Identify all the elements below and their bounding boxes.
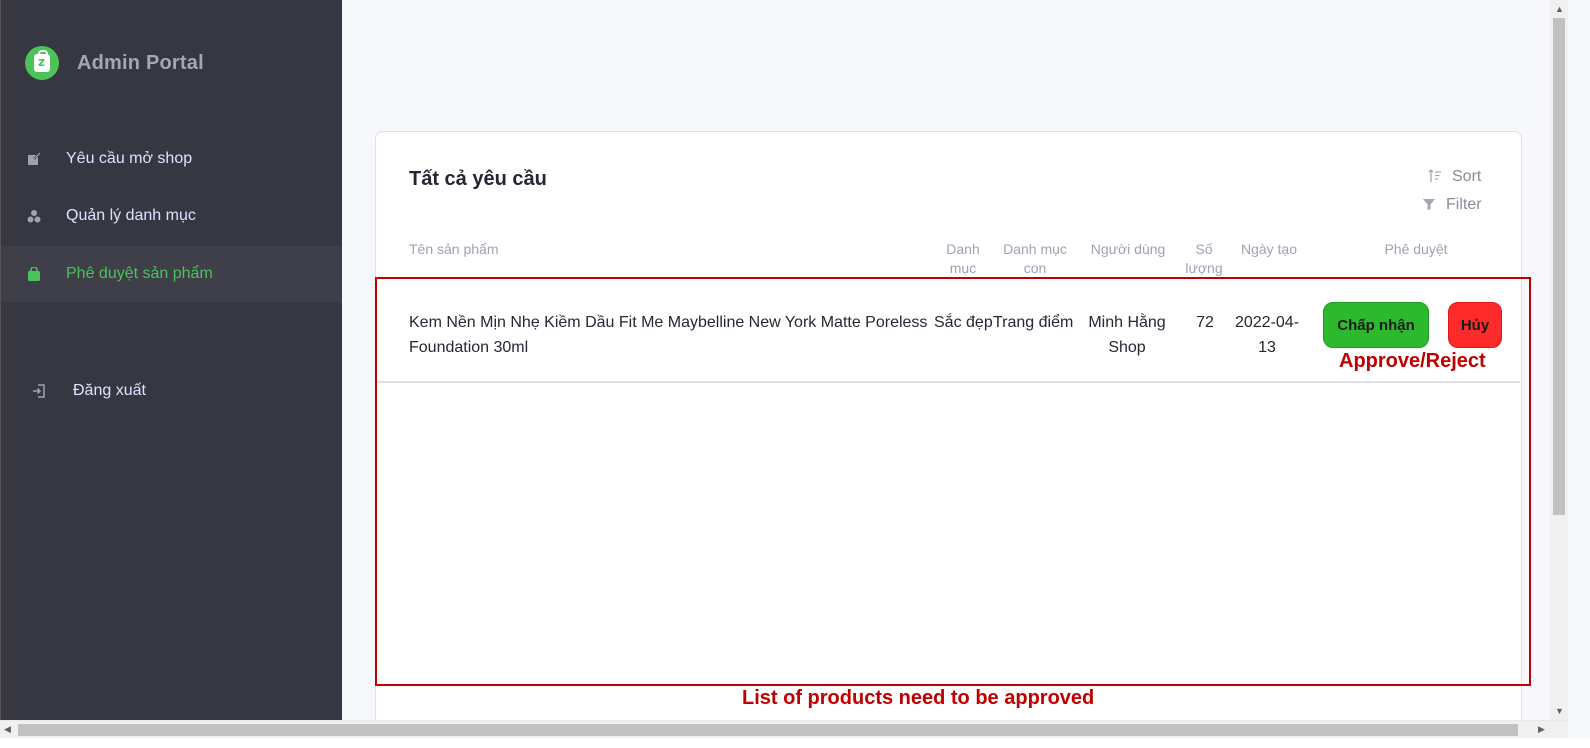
brand-name: Admin Portal	[77, 51, 204, 74]
horizontal-scrollbar[interactable]: ◀ ▶	[0, 720, 1568, 738]
column-header-category[interactable]: Danh mục	[936, 240, 990, 278]
scroll-left-arrow-icon[interactable]: ◀	[4, 724, 11, 735]
sort-icon	[1428, 168, 1442, 186]
sidebar-item-categories[interactable]: Quản lý danh mục	[1, 188, 342, 244]
sidebar-item-shop-requests[interactable]: Yêu cầu mở shop	[1, 131, 342, 187]
scroll-right-arrow-icon[interactable]: ▶	[1538, 724, 1545, 735]
scroll-down-arrow-icon[interactable]: ▼	[1555, 706, 1564, 716]
annotation-approve-reject: Approve/Reject	[1339, 350, 1486, 372]
bag-icon	[26, 266, 42, 282]
sidebar-item-label: Yêu cầu mở shop	[66, 150, 193, 167]
vertical-scrollbar[interactable]: ▲ ▼	[1550, 0, 1568, 720]
column-header-quantity[interactable]: Số lượng	[1182, 240, 1226, 278]
sidebar-item-product-approval[interactable]: Phê duyệt sản phẩm	[1, 246, 342, 302]
column-header-user[interactable]: Người dùng	[1084, 240, 1172, 259]
column-header-product-name[interactable]: Tên sản phẩm	[409, 240, 499, 259]
edit-square-icon	[26, 151, 42, 167]
column-header-subcategory[interactable]: Danh mục con	[996, 240, 1074, 278]
sidebar-item-label: Phê duyệt sản phẩm	[66, 265, 213, 282]
sidebar-item-label: Quản lý danh mục	[66, 207, 196, 224]
filter-button[interactable]: Filter	[1422, 196, 1482, 214]
sort-label: Sort	[1452, 168, 1482, 185]
window-bottom-edge	[0, 738, 1590, 748]
sidebar-item-label: Đăng xuất	[73, 382, 146, 399]
scroll-up-arrow-icon[interactable]: ▲	[1555, 4, 1564, 14]
column-header-approval: Phê duyệt	[1384, 241, 1448, 257]
shopping-bag-icon	[25, 46, 59, 80]
column-header-created-date[interactable]: Ngày tạo	[1234, 240, 1304, 259]
scrollbar-thumb[interactable]	[1553, 18, 1565, 515]
filter-icon	[1422, 197, 1436, 214]
brand[interactable]: Admin Portal	[25, 46, 204, 80]
annotation-highlight-box	[375, 277, 1531, 686]
logout-icon	[31, 383, 47, 399]
page-title: Tất cả yêu cầu	[409, 168, 547, 190]
filter-label: Filter	[1446, 196, 1482, 213]
annotation-product-list: List of products need to be approved	[742, 687, 1095, 709]
admin-app: Admin Portal Yêu cầu mở shop Quản lý dan…	[0, 0, 1550, 741]
scrollbar-thumb[interactable]	[18, 724, 1518, 736]
sidebar-item-logout[interactable]: Đăng xuất	[1, 363, 342, 419]
sort-button[interactable]: Sort	[1428, 168, 1481, 186]
shapes-icon	[26, 208, 42, 224]
sidebar: Admin Portal Yêu cầu mở shop Quản lý dan…	[0, 0, 342, 720]
